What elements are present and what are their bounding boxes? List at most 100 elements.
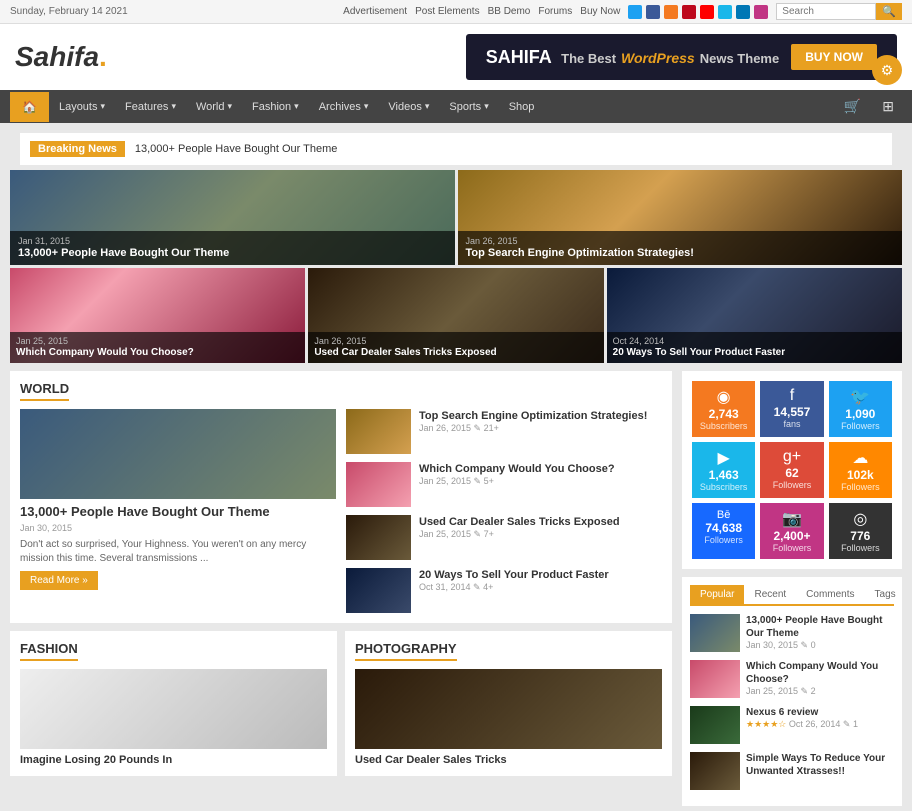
linkedin-icon-top[interactable] xyxy=(736,5,750,19)
instagram-label: Followers xyxy=(773,543,812,553)
chevron-world: ▾ xyxy=(228,101,233,112)
grid-icon[interactable]: ⊞ xyxy=(874,90,902,123)
world-list-meta-3: Jan 25, 2015 ✎ 7+ xyxy=(419,529,662,540)
world-list-item-1[interactable]: Top Search Engine Optimization Strategie… xyxy=(346,409,662,454)
rss-icon-top[interactable] xyxy=(664,5,678,19)
social-vimeo[interactable]: ▶ 1,463 Subscribers xyxy=(692,442,755,498)
tab-item-content-3: Nexus 6 review ★★★★☆ Oct 26, 2014 ✎ 1 xyxy=(746,706,858,744)
world-list-item-4[interactable]: 20 Ways To Sell Your Product Faster Oct … xyxy=(346,568,662,613)
fashion-image[interactable] xyxy=(20,669,327,749)
world-featured-desc: Don't act so surprised, Your Highness. Y… xyxy=(20,538,336,566)
tab-thumb-1 xyxy=(690,614,740,652)
tab-tags[interactable]: Tags xyxy=(865,585,906,604)
world-list-content-4: 20 Ways To Sell Your Product Faster Oct … xyxy=(419,568,662,593)
nav-videos[interactable]: Videos ▾ xyxy=(378,93,439,121)
link-post-elements[interactable]: Post Elements xyxy=(415,6,479,17)
nav-fashion[interactable]: Fashion ▾ xyxy=(242,93,309,121)
instagram-icon: 📷 xyxy=(782,509,802,529)
vimeo-icon-top[interactable] xyxy=(718,5,732,19)
read-more-button[interactable]: Read More » xyxy=(20,571,98,590)
hero-top-row: Jan 31, 2015 13,000+ People Have Bought … xyxy=(10,170,902,265)
logo-dot: . xyxy=(99,41,107,72)
hero5-title: 20 Ways To Sell Your Product Faster xyxy=(613,346,896,359)
logo-text: Sahifa xyxy=(15,41,99,72)
youtube-icon-top[interactable] xyxy=(700,5,714,19)
hero3-title: Which Company Would You Choose? xyxy=(16,346,299,359)
chevron-videos: ▾ xyxy=(425,101,430,112)
search-bar[interactable]: 🔍 xyxy=(776,3,902,20)
social-github[interactable]: ◎ 776 Followers xyxy=(829,503,892,559)
tab-thumb-3 xyxy=(690,706,740,744)
link-advertisement[interactable]: Advertisement xyxy=(343,6,407,17)
link-forums[interactable]: Forums xyxy=(538,6,572,17)
world-list-item-2[interactable]: Which Company Would You Choose? Jan 25, … xyxy=(346,462,662,507)
social-facebook[interactable]: f 14,557 fans xyxy=(760,381,823,437)
logo[interactable]: Sahifa. xyxy=(15,41,107,73)
social-behance[interactable]: Bē 74,638 Followers xyxy=(692,503,755,559)
content-layout: World 13,000+ People Have Bought Our The… xyxy=(10,371,902,806)
world-list-item-3[interactable]: Used Car Dealer Sales Tricks Exposed Jan… xyxy=(346,515,662,560)
world-featured[interactable]: 13,000+ People Have Bought Our Theme Jan… xyxy=(20,409,336,613)
hero-item-2[interactable]: Jan 26, 2015 Top Search Engine Optimizat… xyxy=(458,170,903,265)
nav-world[interactable]: World ▾ xyxy=(186,93,242,121)
photography-item-title[interactable]: Used Car Dealer Sales Tricks xyxy=(355,754,662,766)
tab-comments[interactable]: Comments xyxy=(796,585,864,604)
photography-image[interactable] xyxy=(355,669,662,749)
hero-item-5[interactable]: Oct 24, 2014 20 Ways To Sell Your Produc… xyxy=(607,268,902,363)
search-button[interactable]: 🔍 xyxy=(876,3,902,20)
world-list-img-3 xyxy=(346,515,411,560)
facebook-icon-top[interactable] xyxy=(646,5,660,19)
tabs-widget: Popular Recent Comments Tags 13,000+ Peo… xyxy=(682,577,902,806)
tab-item-date-1: Jan 30, 2015 ✎ 0 xyxy=(746,640,894,651)
rss-icon: ◉ xyxy=(717,387,731,407)
social-rss[interactable]: ◉ 2,743 Subscribers xyxy=(692,381,755,437)
hero2-title: Top Search Engine Optimization Strategie… xyxy=(466,246,895,260)
world-featured-date: Jan 30, 2015 xyxy=(20,523,336,533)
tab-item-4[interactable]: Simple Ways To Reduce Your Unwanted Xtra… xyxy=(690,752,894,790)
social-googleplus[interactable]: g+ 62 Followers xyxy=(760,442,823,498)
sidebar: ◉ 2,743 Subscribers f 14,557 fans 🐦 1,09… xyxy=(682,371,902,806)
nav-sports[interactable]: Sports ▾ xyxy=(439,93,498,121)
fashion-header: Fashion xyxy=(20,641,327,661)
twitter-icon-top[interactable] xyxy=(628,5,642,19)
chevron-layouts: ▾ xyxy=(100,101,105,112)
nav-features[interactable]: Features ▾ xyxy=(115,93,186,121)
hero-item-1[interactable]: Jan 31, 2015 13,000+ People Have Bought … xyxy=(10,170,455,265)
fashion-section: Fashion Imagine Losing 20 Pounds In xyxy=(10,631,337,776)
tab-popular[interactable]: Popular xyxy=(690,585,744,604)
social-twitter[interactable]: 🐦 1,090 Followers xyxy=(829,381,892,437)
buy-now-button[interactable]: BUY NOW xyxy=(791,44,877,70)
social-instagram[interactable]: 📷 2,400+ Followers xyxy=(760,503,823,559)
breaking-label: Breaking News xyxy=(30,141,125,157)
instagram-icon-top[interactable] xyxy=(754,5,768,19)
nav-right-icons: 🛒 ⊞ xyxy=(836,90,902,123)
rss-label: Subscribers xyxy=(700,421,748,431)
hero-item-3[interactable]: Jan 25, 2015 Which Company Would You Cho… xyxy=(10,268,305,363)
rss-count: 2,743 xyxy=(709,407,739,421)
nav-layouts[interactable]: Layouts ▾ xyxy=(49,93,115,121)
nav-archives[interactable]: Archives ▾ xyxy=(309,93,379,121)
tab-recent[interactable]: Recent xyxy=(744,585,796,604)
navigation: 🏠 Layouts ▾ Features ▾ World ▾ Fashion ▾… xyxy=(0,90,912,123)
tab-item-3[interactable]: Nexus 6 review ★★★★☆ Oct 26, 2014 ✎ 1 xyxy=(690,706,894,744)
tab-item-title-2: Which Company Would You Choose? xyxy=(746,660,894,686)
world-list: Top Search Engine Optimization Strategie… xyxy=(346,409,662,613)
social-soundcloud[interactable]: ☁ 102k Followers xyxy=(829,442,892,498)
link-bb-demo[interactable]: BB Demo xyxy=(488,6,531,17)
twitter-label: Followers xyxy=(841,421,880,431)
nav-shop[interactable]: Shop xyxy=(499,93,545,121)
nav-home-button[interactable]: 🏠 xyxy=(10,92,49,122)
fashion-item-title[interactable]: Imagine Losing 20 Pounds In xyxy=(20,754,327,766)
link-buy-now-top[interactable]: Buy Now xyxy=(580,6,620,17)
search-input[interactable] xyxy=(776,3,876,20)
cart-icon[interactable]: 🛒 xyxy=(836,90,869,123)
settings-icon[interactable]: ⚙ xyxy=(872,55,902,85)
social-icons-top xyxy=(628,5,768,19)
tab-thumb-4 xyxy=(690,752,740,790)
tab-item-2[interactable]: Which Company Would You Choose? Jan 25, … xyxy=(690,660,894,698)
pinterest-icon-top[interactable] xyxy=(682,5,696,19)
hero-item-4[interactable]: Jan 26, 2015 Used Car Dealer Sales Trick… xyxy=(308,268,603,363)
world-list-img-1 xyxy=(346,409,411,454)
tab-item-1[interactable]: 13,000+ People Have Bought Our Theme Jan… xyxy=(690,614,894,652)
tab-thumb-2 xyxy=(690,660,740,698)
